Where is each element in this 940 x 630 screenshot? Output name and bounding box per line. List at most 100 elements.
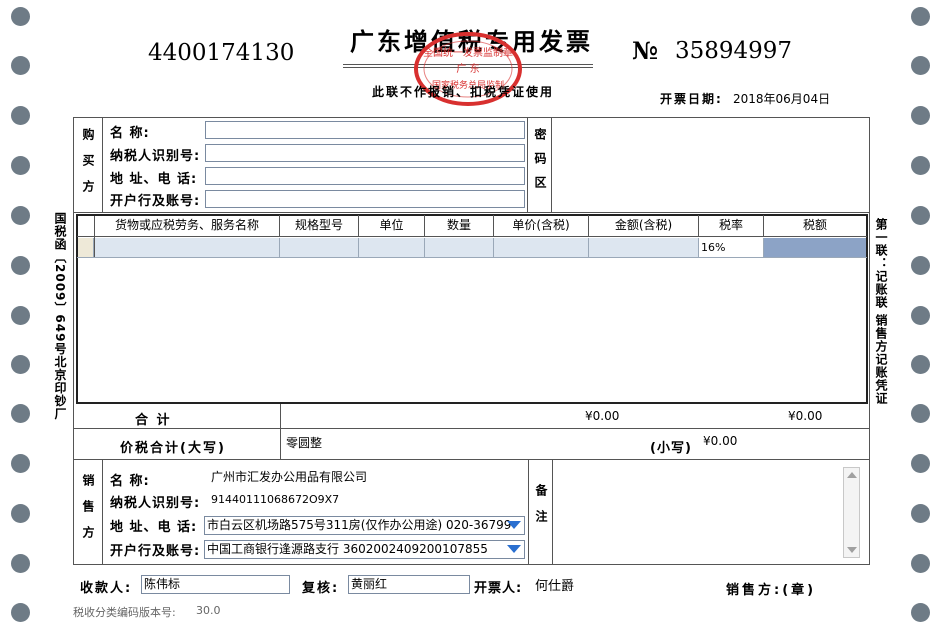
divider <box>73 459 870 460</box>
grand-total-small: ¥0.00 <box>703 434 738 448</box>
buyer-name-input[interactable] <box>205 121 525 139</box>
issuer-value: 何仕爵 <box>535 579 575 594</box>
feed-hole <box>911 554 930 573</box>
small-amount-label: (小写) <box>650 441 692 456</box>
feed-hole <box>911 56 930 75</box>
grand-total-upper: 零圆整 <box>286 436 323 450</box>
feed-hole <box>11 504 30 523</box>
invoice-code: 4400174130 <box>148 40 295 66</box>
left-margin-print-info: 国税函〔2009〕649号北京印钞厂 <box>53 212 67 421</box>
feed-hole <box>11 355 30 374</box>
col-header-unit-price: 单价(含税) <box>494 215 589 236</box>
seller-bank-select[interactable]: 中国工商银行逢源路支行 3602002409200107855 <box>204 540 525 559</box>
feed-hole <box>911 454 930 473</box>
feed-hole <box>911 106 930 125</box>
feed-hole <box>11 106 30 125</box>
divider <box>527 117 528 212</box>
seller-seal-label: 销售方:(章) <box>726 583 817 598</box>
total-tax: ¥0.00 <box>788 409 823 423</box>
invoice-subtitle: 此联不作报销、扣税凭证使用 <box>372 85 555 99</box>
feed-hole <box>11 206 30 225</box>
remarks-scrollbar[interactable] <box>843 467 860 558</box>
date-label: 开票日期: <box>660 92 723 106</box>
feed-hole <box>911 156 930 175</box>
buyer-taxid-label: 纳税人识别号: <box>110 149 201 164</box>
divider <box>551 117 552 212</box>
divider <box>280 404 281 459</box>
feed-hole <box>911 603 930 622</box>
copy-designation: 第一联：记账联 销售方记账凭证 <box>874 218 888 406</box>
seller-bank-label: 开户行及账号: <box>110 544 201 559</box>
seller-address-select[interactable]: 市白云区机场路575号311房(仅作办公用途) 020-36799 <box>204 516 525 535</box>
chevron-down-icon[interactable] <box>507 521 521 529</box>
total-label: 合 计 <box>135 413 172 428</box>
date-value: 2018年06月04日 <box>733 92 831 106</box>
col-header-quantity: 数量 <box>425 215 494 236</box>
item-unit-cell[interactable] <box>359 238 425 257</box>
feed-hole <box>911 504 930 523</box>
seller-taxid-value: 91440111068672O9X7 <box>211 493 340 506</box>
issuer-label: 开票人: <box>474 581 523 596</box>
feed-hole <box>911 256 930 275</box>
item-unit-price-cell[interactable] <box>494 238 589 257</box>
buyer-bank-input[interactable] <box>205 190 525 208</box>
seller-bank-value: 中国工商银行逢源路支行 3602002409200107855 <box>207 542 488 556</box>
seller-section-label: 销售方 <box>81 474 95 552</box>
divider <box>77 257 867 258</box>
item-name-cell[interactable] <box>95 238 280 257</box>
buyer-taxid-input[interactable] <box>205 144 525 162</box>
feed-hole <box>911 355 930 374</box>
divider <box>552 459 553 565</box>
feed-hole <box>11 603 30 622</box>
col-header-amount: 金额(含税) <box>589 215 699 236</box>
remarks-label: 备注 <box>534 484 548 536</box>
row-selector[interactable] <box>78 238 94 257</box>
version-label: 税收分类编码版本号: <box>73 606 176 619</box>
item-spec-cell[interactable] <box>280 238 359 257</box>
item-tax-rate-cell[interactable]: 16% <box>699 238 764 257</box>
reviewer-label: 复核: <box>302 581 340 596</box>
divider <box>528 459 529 565</box>
seller-address-value: 市白云区机场路575号311房(仅作办公用途) 020-36799 <box>207 518 512 532</box>
feed-hole <box>11 554 30 573</box>
buyer-name-label: 名 称: <box>110 126 150 141</box>
feed-hole <box>11 454 30 473</box>
feed-hole <box>911 404 930 423</box>
divider <box>73 212 870 213</box>
divider <box>102 117 103 212</box>
seller-taxid-label: 纳税人识别号: <box>110 496 201 511</box>
seller-name-value: 广州市汇发办公用品有限公司 <box>211 470 368 484</box>
feed-hole <box>11 156 30 175</box>
col-header-unit: 单位 <box>359 215 425 236</box>
item-tax-amount-cell[interactable] <box>764 238 866 257</box>
reviewer-input[interactable]: 黄丽红 <box>348 575 470 594</box>
feed-hole <box>911 7 930 26</box>
feed-hole <box>11 7 30 26</box>
invoice-number: 35894997 <box>675 38 793 64</box>
scroll-up-icon[interactable] <box>847 472 857 478</box>
cipher-area-label: 密码区 <box>533 128 547 200</box>
item-amount-cell[interactable] <box>589 238 699 257</box>
payee-input[interactable]: 陈伟标 <box>141 575 290 594</box>
stamp-region-text: 广 东 <box>456 62 479 75</box>
feed-hole <box>11 256 30 275</box>
divider <box>77 236 867 237</box>
divider <box>102 459 103 565</box>
col-header-tax-amount: 税额 <box>802 218 827 232</box>
buyer-address-input[interactable] <box>205 167 525 185</box>
item-quantity-cell[interactable] <box>425 238 494 257</box>
scroll-down-icon[interactable] <box>847 547 857 553</box>
feed-hole <box>11 404 30 423</box>
feed-hole <box>911 206 930 225</box>
buyer-address-label: 地 址、电 话: <box>110 172 198 187</box>
feed-hole <box>911 306 930 325</box>
payee-label: 收款人: <box>80 581 133 596</box>
version-value: 30.0 <box>196 604 221 617</box>
chevron-down-icon[interactable] <box>507 545 521 553</box>
divider <box>73 428 870 429</box>
grand-total-label: 价税合计(大写) <box>120 441 226 456</box>
feed-hole <box>11 306 30 325</box>
seller-address-label: 地 址、电 话: <box>110 520 198 535</box>
buyer-bank-label: 开户行及账号: <box>110 194 201 209</box>
feed-hole <box>11 56 30 75</box>
